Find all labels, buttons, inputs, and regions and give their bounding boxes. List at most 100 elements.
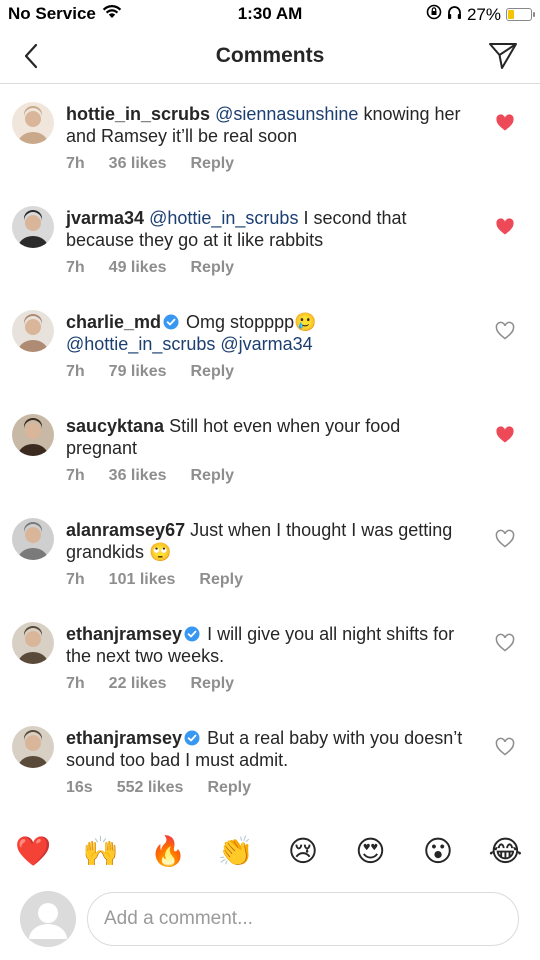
verified-badge-icon — [184, 729, 200, 746]
comment-text: hottie_in_scrubs @siennasunshine knowing… — [66, 103, 466, 147]
battery-percent: 27% — [466, 4, 501, 24]
comment-item: ethanjramsey But a real baby with you do… — [0, 708, 540, 812]
verified-badge-icon — [163, 313, 179, 330]
status-left: No Service — [8, 4, 122, 24]
comment-likes[interactable]: 36 likes — [109, 155, 167, 173]
comment-username[interactable]: ethanjramsey — [66, 624, 182, 644]
avatar — [20, 891, 76, 947]
comment-username[interactable]: jvarma34 — [66, 208, 144, 228]
heart-icon[interactable] — [495, 321, 515, 341]
comment-meta: 7h 36 likes Reply — [66, 155, 234, 173]
clap-emoji-button[interactable]: 👏 — [216, 832, 256, 872]
comment-time: 16s — [66, 779, 93, 796]
avatar[interactable] — [12, 726, 54, 768]
avatar[interactable] — [12, 622, 54, 664]
comment-item: charlie_md Omg stopppp🥲 @hottie_in_scrubs… — [0, 292, 540, 396]
carrier-label: No Service — [8, 4, 96, 23]
default-avatar-icon — [29, 903, 67, 939]
avatar[interactable] — [12, 310, 54, 352]
comment-message: Omg stopppp — [181, 312, 295, 332]
comment-time: 7h — [66, 467, 85, 484]
comment-emoji: 🥲 — [294, 312, 317, 332]
comment-emoji: 🙄 — [149, 542, 172, 562]
reply-button[interactable]: Reply — [191, 467, 235, 485]
comment-meta: 7h 49 likes Reply — [66, 259, 234, 277]
surprised-emoji-button[interactable]: 😮 — [418, 832, 458, 872]
comment-meta: 7h 36 likes Reply — [66, 467, 234, 485]
page-title: Comments — [215, 44, 325, 67]
header: Comments — [0, 30, 540, 84]
reply-button[interactable]: Reply — [207, 779, 251, 797]
reply-button[interactable]: Reply — [191, 259, 235, 277]
comment-likes[interactable]: 49 likes — [109, 259, 167, 277]
chevron-left-icon — [24, 43, 38, 69]
raised-hands-emoji-button[interactable]: 🙌 — [81, 832, 121, 872]
comment-text: alanramsey67 Just when I thought I was g… — [66, 519, 466, 563]
comment-mention[interactable]: @siennasunshine — [215, 104, 358, 124]
reply-button[interactable]: Reply — [199, 571, 243, 589]
comment-time: 7h — [66, 675, 85, 692]
comment-text: charlie_md Omg stopppp🥲 @hottie_in_scrubs… — [66, 311, 466, 355]
comment-text: ethanjramsey I will give you all night s… — [66, 623, 466, 667]
comment-item: saucyktana Still hot even when your food… — [0, 396, 540, 500]
headphones-icon — [447, 5, 462, 25]
comment-item: jvarma34 @hottie_in_scrubs I second that… — [0, 188, 540, 292]
share-button[interactable] — [486, 39, 520, 73]
comment-meta: 7h 79 likes Reply — [66, 363, 234, 381]
comment-item: alanramsey67 Just when I thought I was g… — [0, 500, 540, 604]
comment-time: 7h — [66, 571, 85, 588]
comment-likes[interactable]: 101 likes — [109, 571, 176, 589]
comment-likes[interactable]: 22 likes — [109, 675, 167, 693]
avatar[interactable] — [12, 102, 54, 144]
heart-icon[interactable] — [495, 113, 515, 133]
avatar[interactable] — [12, 414, 54, 456]
fire-emoji-button[interactable]: 🔥 — [148, 832, 188, 872]
comment-username[interactable]: ethanjramsey — [66, 728, 182, 748]
heart-icon[interactable] — [495, 737, 515, 757]
comment-likes[interactable]: 36 likes — [109, 467, 167, 485]
comment-meta: 7h 101 likes Reply — [66, 571, 243, 589]
avatar[interactable] — [12, 206, 54, 248]
send-icon — [489, 43, 517, 69]
comment-username[interactable]: saucyktana — [66, 416, 164, 436]
heart-emoji-button[interactable]: ❤️ — [13, 832, 53, 872]
comment-meta: 16s 552 likes Reply — [66, 779, 251, 797]
heart-icon[interactable] — [495, 425, 515, 445]
status-bar: No Service 1:30 AM 27% — [0, 0, 540, 30]
wifi-icon — [102, 4, 122, 24]
comment-username[interactable]: hottie_in_scrubs — [66, 104, 210, 124]
comment-text: ethanjramsey But a real baby with you do… — [66, 727, 466, 771]
comment-text: saucyktana Still hot even when your food… — [66, 415, 466, 459]
comment-time: 7h — [66, 363, 85, 380]
battery-icon — [506, 8, 535, 21]
comment-username[interactable]: charlie_md — [66, 312, 161, 332]
heart-icon[interactable] — [495, 633, 515, 653]
comment-username[interactable]: alanramsey67 — [66, 520, 185, 540]
comment-time: 7h — [66, 155, 85, 172]
reply-button[interactable]: Reply — [191, 155, 235, 173]
comment-mention[interactable]: @hottie_in_scrubs — [149, 208, 298, 228]
battery-level — [508, 10, 514, 19]
comment-mention[interactable]: @hottie_in_scrubs @jvarma34 — [66, 334, 313, 354]
comment-item: hottie_in_scrubs @siennasunshine knowing… — [0, 84, 540, 188]
comment-input-row — [0, 888, 540, 952]
lock-rotation-icon — [426, 4, 442, 25]
back-button[interactable] — [16, 41, 46, 71]
reply-button[interactable]: Reply — [191, 363, 235, 381]
crying-emoji-button[interactable]: 😢 — [283, 832, 323, 872]
comment-time: 7h — [66, 259, 85, 276]
heart-icon[interactable] — [495, 529, 515, 549]
comment-likes[interactable]: 79 likes — [109, 363, 167, 381]
heart-eyes-emoji-button[interactable]: 😍 — [351, 832, 391, 872]
status-right: 27% — [426, 4, 535, 25]
comment-likes[interactable]: 552 likes — [117, 779, 184, 797]
laughing-emoji-button[interactable]: 😂 — [486, 832, 526, 872]
comment-text: jvarma34 @hottie_in_scrubs I second that… — [66, 207, 466, 251]
avatar[interactable] — [12, 518, 54, 560]
comment-item: ethanjramsey I will give you all night s… — [0, 604, 540, 708]
comment-list: hottie_in_scrubs @siennasunshine knowing… — [0, 84, 540, 812]
reply-button[interactable]: Reply — [191, 675, 235, 693]
heart-icon[interactable] — [495, 217, 515, 237]
verified-badge-icon — [184, 625, 200, 642]
comment-input[interactable] — [87, 892, 519, 946]
